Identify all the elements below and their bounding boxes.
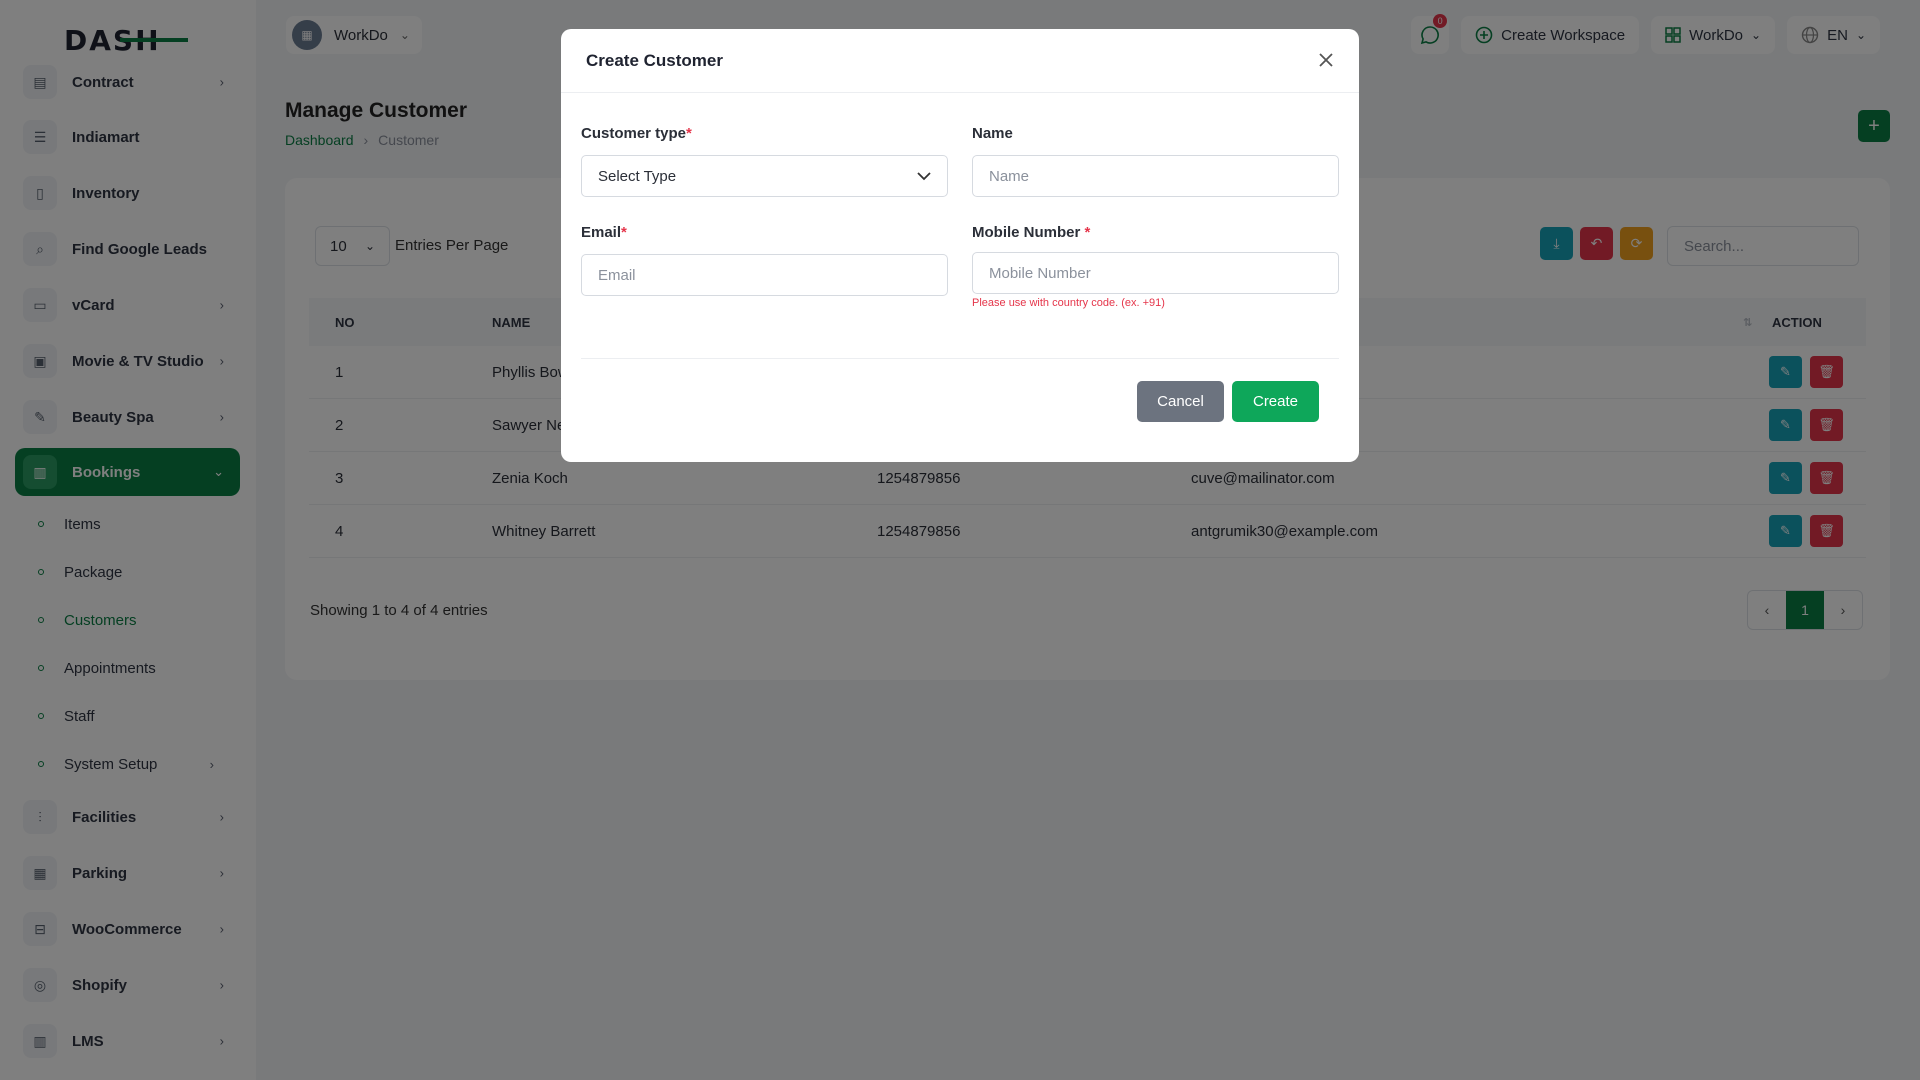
name-input[interactable] [972,155,1339,197]
name-label: Name [972,125,1013,142]
email-label: Email* [581,224,627,241]
customer-type-label: Customer type* [581,125,692,142]
mobile-number-label: Mobile Number * [972,224,1091,241]
modal-divider [581,358,1339,359]
modal-title: Create Customer [586,51,723,70]
customer-type-select[interactable]: Select Type [581,155,948,197]
create-button[interactable]: Create [1232,381,1319,422]
mobile-number-input[interactable] [972,252,1339,294]
close-icon [1319,53,1333,67]
email-input[interactable] [581,254,948,296]
modal-header: Create Customer [561,29,1359,93]
cancel-button[interactable]: Cancel [1137,381,1224,422]
mobile-number-hint: Please use with country code. (ex. +91) [972,297,1165,309]
chevron-down-icon [917,171,931,180]
create-customer-modal: Create Customer Customer type* Select Ty… [561,29,1359,462]
close-button[interactable] [1315,49,1337,71]
